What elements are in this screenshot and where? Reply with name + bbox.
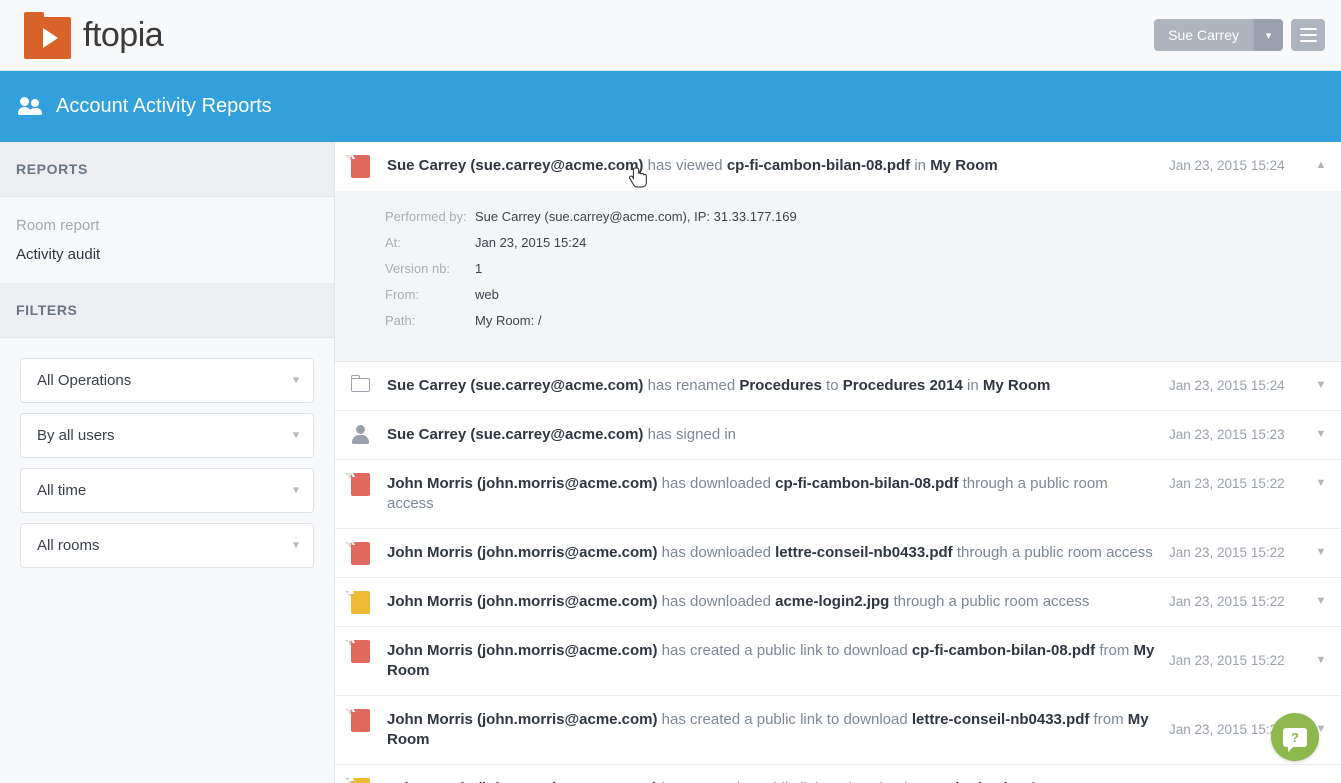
page-banner: Account Activity Reports [0, 71, 1341, 142]
caret-down-icon[interactable]: ▼ [1301, 627, 1341, 666]
activity-row-text: John Morris (john.morris@acme.com) has c… [387, 641, 1155, 679]
chevron-down-icon: ▾ [292, 482, 299, 497]
sidebar-filters-header: FILTERS [0, 283, 334, 338]
ftopia-play-logo-icon [24, 11, 71, 59]
activity-row[interactable]: AJohn Morris (john.morris@acme.com) has … [335, 529, 1341, 578]
users-filter-select[interactable]: By all users ▾ [20, 413, 314, 458]
detail-label: From: [385, 287, 419, 302]
activity-row-icon: A [345, 529, 385, 565]
detail-label: Path: [385, 313, 416, 328]
activity-row-timestamp: Jan 23, 2015 15:24 [1169, 158, 1285, 173]
detail-value: Jan 23, 2015 15:24 [475, 235, 587, 250]
body-area: REPORTS Room report Activity audit FILTE… [0, 142, 1341, 783]
activity-row-timestamp: Jan 23, 2015 15:22 [1169, 593, 1285, 609]
activity-detail-panel: Performed by: Sue Carrey (sue.carrey@acme… [335, 191, 1341, 362]
activity-row[interactable]: AJohn Morris (john.morris@acme.com) has … [335, 460, 1341, 529]
caret-down-icon[interactable]: ▼ [1301, 411, 1341, 440]
people-icon [18, 96, 44, 117]
activity-row-text: John Morris (john.morris@acme.com) has d… [387, 543, 1153, 561]
operations-filter-select[interactable]: All Operations ▾ [20, 358, 314, 403]
activity-row-text: John Morris (john.morris@acme.com) has c… [385, 765, 1169, 783]
users-filter-value: By all users [37, 427, 115, 444]
operations-filter-value: All Operations [37, 372, 132, 389]
brand-name: ftopia [83, 15, 164, 54]
caret-down-icon[interactable]: ▼ [1301, 578, 1341, 607]
detail-value: Sue Carrey (sue.carrey@acme.com), IP: 31… [475, 209, 797, 224]
activity-row[interactable]: ▲John Morris (john.morris@acme.com) has … [335, 578, 1341, 627]
chevron-down-icon: ▾ [292, 427, 299, 442]
activity-row[interactable]: AJohn Morris (john.morris@acme.com) has … [335, 696, 1341, 765]
activity-row-icon: A [345, 696, 385, 732]
caret-up-icon[interactable]: ▲ [1301, 142, 1341, 171]
activity-row-timestamp: Jan 23, 2015 15:22 [1169, 765, 1301, 783]
detail-label: Version nb: [385, 261, 451, 276]
activity-row-timestamp: Jan 23, 2015 15:22 [1169, 476, 1285, 491]
detail-line: Version nb: 1 [385, 261, 1341, 276]
activity-row-timestamp: Jan 23, 2015 15:22 [1169, 652, 1285, 668]
activity-row-icon: ▲ [345, 578, 385, 614]
activity-row-icon [351, 411, 385, 444]
detail-value: My Room: / [475, 313, 542, 328]
top-bar-actions: Sue Carrey ▾ [1154, 19, 1325, 51]
activity-row-timestamp: Jan 23, 2015 15:23 [1169, 427, 1285, 442]
detail-label: Performed by: [385, 209, 467, 224]
user-menu-label: Sue Carrey [1154, 19, 1253, 51]
activity-row-text: John Morris (john.morris@acme.com) has d… [387, 592, 1090, 610]
caret-down-icon[interactable]: ▼ [1301, 529, 1341, 558]
detail-line: Performed by: Sue Carrey (sue.carrey@acme… [385, 209, 1341, 224]
detail-value: 1 [475, 261, 483, 276]
activity-row-text: Sue Carrey (sue.carrey@acme.com) has sig… [387, 426, 737, 443]
activity-row-icon: ▲ [345, 765, 385, 783]
sidebar-report-links: Room report Activity audit [0, 197, 334, 283]
activity-row-text: John Morris (john.morris@acme.com) has c… [387, 710, 1149, 748]
help-button[interactable]: ? [1271, 713, 1319, 761]
activity-row-icon: A [345, 627, 385, 663]
activity-row-icon: A [345, 142, 385, 178]
activity-row-icon: A [345, 460, 385, 496]
activity-list[interactable]: ASue Carrey (sue.carrey@acme.com) has vi… [335, 142, 1341, 783]
detail-value: web [475, 287, 499, 302]
chevron-down-icon: ▾ [292, 537, 299, 552]
activity-row-text: Sue Carrey (sue.carrey@acme.com) has ren… [387, 377, 1051, 394]
sidebar-item-room-report[interactable]: Room report [0, 211, 334, 240]
help-speech-bubble-icon: ? [1283, 727, 1307, 752]
activity-row-timestamp: Jan 23, 2015 15:22 [1169, 544, 1285, 560]
detail-line: Path: My Room: / [385, 313, 1341, 328]
detail-line: From: web [385, 287, 1341, 302]
top-bar: ftopia Sue Carrey ▾ [0, 0, 1341, 71]
hamburger-menu-icon[interactable] [1291, 19, 1325, 51]
sidebar-item-activity-audit[interactable]: Activity audit [0, 240, 334, 269]
rooms-filter-select[interactable]: All rooms ▾ [20, 523, 314, 568]
brand-logo[interactable]: ftopia [24, 11, 164, 59]
caret-down-icon[interactable]: ▼ [1301, 460, 1341, 489]
activity-row-text: Sue Carrey (sue.carrey@acme.com) has vie… [387, 157, 998, 174]
chevron-down-icon[interactable]: ▾ [1253, 19, 1283, 51]
activity-row-text: John Morris (john.morris@acme.com) has d… [387, 475, 1108, 512]
page-title: Account Activity Reports [56, 95, 272, 117]
sidebar-filters: All Operations ▾ By all users ▾ All time… [0, 338, 334, 568]
rooms-filter-value: All rooms [37, 537, 100, 554]
time-filter-select[interactable]: All time ▾ [20, 468, 314, 513]
activity-row-timestamp: Jan 23, 2015 15:24 [1169, 378, 1285, 393]
activity-row-icon [351, 362, 385, 392]
chevron-down-icon: ▾ [292, 372, 299, 387]
caret-down-icon[interactable]: ▼ [1301, 362, 1341, 391]
user-menu-button[interactable]: Sue Carrey ▾ [1154, 19, 1283, 51]
detail-line: At: Jan 23, 2015 15:24 [385, 235, 1341, 250]
sidebar-reports-header: REPORTS [0, 142, 334, 197]
activity-row[interactable]: AJohn Morris (john.morris@acme.com) has … [335, 627, 1341, 696]
activity-row[interactable]: Sue Carrey (sue.carrey@acme.com) has sig… [335, 411, 1341, 460]
activity-row[interactable]: ▲John Morris (john.morris@acme.com) has … [335, 765, 1341, 783]
time-filter-value: All time [37, 482, 87, 499]
caret-down-icon[interactable]: ▼ [1301, 765, 1341, 783]
sidebar: REPORTS Room report Activity audit FILTE… [0, 142, 335, 783]
activity-row[interactable]: Sue Carrey (sue.carrey@acme.com) has ren… [335, 362, 1341, 411]
activity-row[interactable]: ASue Carrey (sue.carrey@acme.com) has vi… [335, 142, 1341, 191]
detail-label: At: [385, 235, 401, 250]
app-window: ftopia Sue Carrey ▾ Account Activity Rep… [0, 0, 1341, 783]
